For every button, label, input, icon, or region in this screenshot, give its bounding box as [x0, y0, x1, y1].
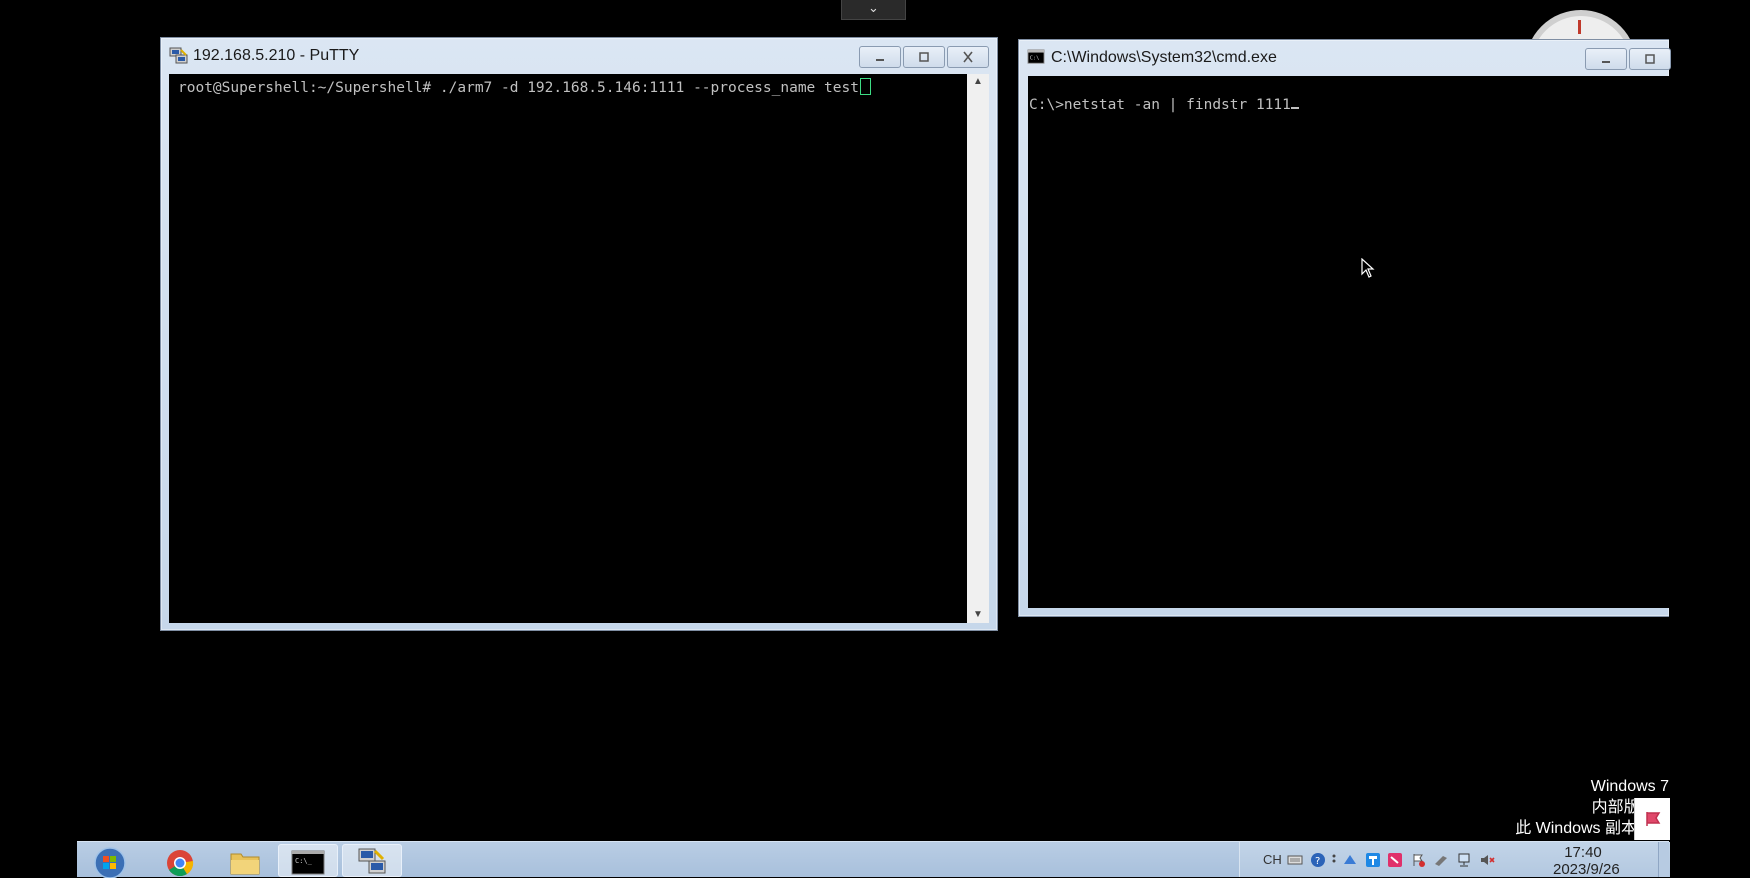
- start-orb-icon: [94, 846, 126, 878]
- minimize-button[interactable]: [1585, 48, 1627, 70]
- putty-icon: [169, 47, 189, 65]
- terminal-command: ./arm7 -d 192.168.5.146:1111 --process_n…: [439, 80, 859, 96]
- start-button[interactable]: [80, 844, 140, 878]
- terminal-cursor: [859, 78, 871, 95]
- taskbar-putty-button[interactable]: [342, 844, 402, 877]
- security-app-icon[interactable]: [1387, 852, 1403, 868]
- putty-icon: [358, 848, 386, 873]
- help-icon[interactable]: ?: [1310, 852, 1326, 868]
- cmd-titlebar[interactable]: C:\ C:\Windows\System32\cmd.exe: [1019, 40, 1671, 76]
- network-app-icon[interactable]: [1342, 852, 1358, 868]
- maximize-button[interactable]: [903, 46, 945, 68]
- action-center-icon[interactable]: [1410, 852, 1426, 868]
- svg-text:C:\_: C:\_: [295, 857, 313, 865]
- clock-date: 2023/9/26: [1553, 861, 1620, 878]
- session-dropdown-tab[interactable]: ⌄: [841, 0, 906, 20]
- close-button[interactable]: [947, 46, 989, 68]
- scroll-down-arrow-icon[interactable]: ▼: [967, 607, 989, 623]
- show-desktop-button[interactable]: [1658, 842, 1669, 877]
- watermark-line1: Windows 7: [1590, 778, 1669, 795]
- network-icon[interactable]: [1456, 852, 1472, 868]
- keyboard-icon[interactable]: [1287, 852, 1303, 868]
- maximize-button[interactable]: [1629, 48, 1671, 70]
- putty-scrollbar[interactable]: ▲ ▼: [967, 74, 989, 623]
- clock-time: 17:40: [1564, 844, 1602, 861]
- tray-tool-icon[interactable]: [1433, 852, 1449, 868]
- taskbar: C:\_ CH ? 17:40 2023/9/26: [77, 841, 1670, 878]
- terminal-cursor: [1290, 107, 1299, 109]
- cmd-window[interactable]: C:\ C:\Windows\System32\cmd.exe C:\>nets…: [1018, 39, 1671, 617]
- svg-text:C:\: C:\: [1030, 56, 1040, 62]
- minimize-button[interactable]: [859, 46, 901, 68]
- putty-title: 192.168.5.210 - PuTTY: [193, 47, 360, 64]
- explorer-folder-icon: [230, 853, 260, 874]
- chevron-down-icon: ⌄: [868, 0, 879, 15]
- app-tray-icon[interactable]: [1365, 852, 1381, 868]
- ime-language-indicator[interactable]: CH: [1263, 852, 1282, 867]
- ime-settings-icon[interactable]: [1330, 852, 1338, 868]
- terminal-command: netstat -an | findstr 1111: [1063, 97, 1291, 113]
- terminal-prompt: C:\>: [1029, 97, 1064, 113]
- scroll-up-arrow-icon[interactable]: ▲: [967, 74, 989, 90]
- action-center-flag-icon[interactable]: [1634, 798, 1670, 840]
- cmd-terminal[interactable]: C:\>netstat -an | findstr 1111: [1028, 76, 1669, 608]
- svg-text:?: ?: [1315, 856, 1320, 867]
- taskbar-clock[interactable]: 17:40 2023/9/26: [1553, 844, 1620, 878]
- taskbar-cmd-button[interactable]: C:\_: [278, 844, 338, 877]
- putty-terminal[interactable]: root@Supershell:~/Supershell# ./arm7 -d …: [169, 74, 967, 623]
- mouse-pointer-icon: [1361, 258, 1375, 278]
- putty-window[interactable]: 192.168.5.210 - PuTTY root@Supershell:~/…: [160, 37, 998, 631]
- taskbar-chrome-button[interactable]: [150, 844, 210, 877]
- terminal-prompt: root@Supershell:~/Supershell#: [178, 80, 440, 96]
- cmd-icon: C:\: [1027, 49, 1047, 67]
- volume-muted-icon[interactable]: [1479, 852, 1495, 868]
- taskbar-explorer-button[interactable]: [215, 844, 275, 877]
- cmd-title: C:\Windows\System32\cmd.exe: [1051, 49, 1277, 66]
- putty-titlebar[interactable]: 192.168.5.210 - PuTTY: [161, 38, 997, 74]
- cmd-icon: C:\_: [291, 850, 325, 874]
- chrome-icon: [167, 849, 194, 876]
